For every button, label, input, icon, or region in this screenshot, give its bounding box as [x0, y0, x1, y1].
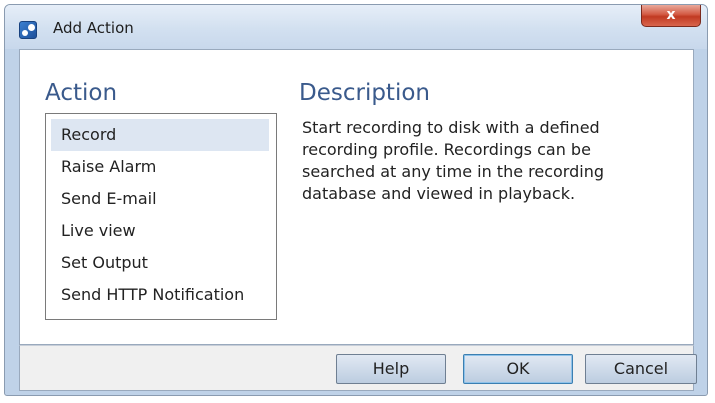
ok-button[interactable]: OK: [463, 354, 573, 384]
action-item-send-email[interactable]: Send E-mail: [51, 183, 269, 215]
action-item-send-http-notification[interactable]: Send HTTP Notification: [51, 279, 269, 311]
window-title: Add Action: [53, 19, 134, 37]
help-button[interactable]: Help: [336, 354, 446, 384]
title-bar[interactable]: Add Action: [5, 5, 707, 49]
action-item-raise-alarm[interactable]: Raise Alarm: [51, 151, 269, 183]
add-action-dialog: Add Action x Action Description Record R…: [4, 4, 708, 396]
dialog-content: Action Description Record Raise Alarm Se…: [19, 49, 694, 345]
action-list[interactable]: Record Raise Alarm Send E-mail Live view…: [45, 113, 277, 320]
description-heading: Description: [299, 80, 430, 106]
description-text: Start recording to disk with a defined r…: [302, 118, 604, 203]
action-item-live-view[interactable]: Live view: [51, 215, 269, 247]
close-icon: x: [666, 7, 676, 23]
close-button[interactable]: x: [641, 5, 701, 27]
cancel-button[interactable]: Cancel: [585, 354, 697, 384]
action-item-record[interactable]: Record: [51, 119, 269, 151]
action-item-set-output[interactable]: Set Output: [51, 247, 269, 279]
action-heading: Action: [45, 80, 118, 106]
app-logo-icon: [19, 21, 37, 39]
button-bar: Help OK Cancel: [19, 345, 697, 391]
